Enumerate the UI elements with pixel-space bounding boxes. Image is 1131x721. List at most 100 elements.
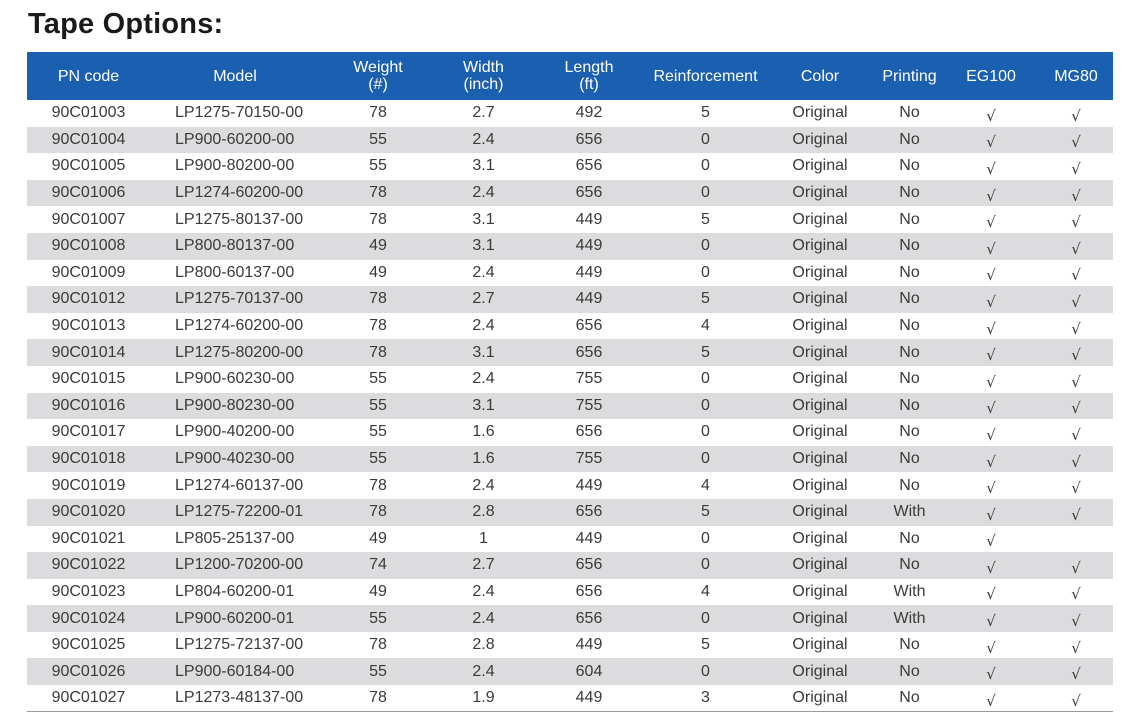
cell-eg100: √ xyxy=(943,579,1039,606)
cell-printing: No xyxy=(899,689,920,707)
cell-pn: 90C01016 xyxy=(51,396,126,414)
checkmark-icon: √ xyxy=(1071,638,1081,657)
checkmark-icon: √ xyxy=(986,585,996,604)
cell-length: 449 xyxy=(575,689,603,707)
table-row: 90C01019 LP1274-60137-00 78 2.4 449 4 Original… xyxy=(27,472,1113,499)
cell-pn: 90C01007 xyxy=(51,210,126,228)
cell-weight: 55 xyxy=(369,157,387,175)
cell-pn: 90C01018 xyxy=(51,450,126,468)
cell-reinforcement: 0 xyxy=(701,450,710,468)
cell-eg100: √ xyxy=(943,632,1039,659)
cell-model: LP1275-80200-00 xyxy=(175,343,304,361)
cell-mg80: √ xyxy=(1039,552,1113,579)
cell-mg80: √ xyxy=(1039,658,1113,685)
checkmark-icon: √ xyxy=(986,479,996,498)
cell-mg80: √ xyxy=(1039,233,1113,260)
checkmark-icon: √ xyxy=(986,612,996,631)
cell-color: Original xyxy=(792,237,848,255)
cell-mg80: √ xyxy=(1039,260,1113,287)
checkmark-icon: √ xyxy=(986,638,996,657)
cell-mg80: √ xyxy=(1039,632,1113,659)
cell-weight: 78 xyxy=(369,317,387,335)
cell-color: Original xyxy=(792,423,848,441)
checkmark-icon: √ xyxy=(986,133,996,152)
checkmark-icon: √ xyxy=(986,505,996,524)
cell-pn: 90C01017 xyxy=(51,423,126,441)
cell-printing: No xyxy=(899,529,920,547)
cell-printing: No xyxy=(899,290,920,308)
cell-eg100: √ xyxy=(943,206,1039,233)
cell-weight: 74 xyxy=(369,556,387,574)
cell-length: 449 xyxy=(575,529,603,547)
cell-reinforcement: 5 xyxy=(701,104,710,122)
cell-eg100: √ xyxy=(943,313,1039,340)
column-header-mg80: MG80 xyxy=(1039,52,1113,100)
cell-weight: 78 xyxy=(369,636,387,654)
column-header-label: Printing xyxy=(882,67,937,85)
cell-model: LP900-60230-00 xyxy=(175,370,295,388)
cell-reinforcement: 0 xyxy=(701,370,710,388)
cell-weight: 78 xyxy=(369,210,387,228)
cell-width: 2.7 xyxy=(472,290,495,308)
cell-mg80: √ xyxy=(1039,127,1113,154)
cell-width: 2.4 xyxy=(472,370,495,388)
table-row: 90C01007 LP1275-80137-00 78 3.1 449 5 Original… xyxy=(27,206,1113,233)
cell-width: 3.1 xyxy=(472,396,495,414)
cell-weight: 49 xyxy=(369,529,387,547)
cell-reinforcement: 0 xyxy=(701,237,710,255)
cell-eg100: √ xyxy=(943,180,1039,207)
cell-color: Original xyxy=(792,636,848,654)
cell-weight: 78 xyxy=(369,290,387,308)
cell-reinforcement: 0 xyxy=(701,423,710,441)
cell-weight: 78 xyxy=(369,503,387,521)
checkmark-icon: √ xyxy=(986,372,996,391)
cell-eg100: √ xyxy=(943,339,1039,366)
cell-printing: No xyxy=(899,476,920,494)
header-row: PN code Model Weight (#) Width (inch) Length (f… xyxy=(27,52,1113,100)
cell-length: 492 xyxy=(575,104,603,122)
column-header-model: Model xyxy=(150,52,320,100)
table-row: 90C01003 LP1275-70150-00 78 2.7 492 5 Original… xyxy=(27,100,1113,127)
column-header-reinforcement: Reinforcement xyxy=(647,52,764,100)
cell-model: LP805-25137-00 xyxy=(175,529,295,547)
cell-length: 656 xyxy=(575,317,603,335)
cell-mg80 xyxy=(1039,526,1113,553)
cell-width: 2.4 xyxy=(472,130,495,148)
cell-pn: 90C01022 xyxy=(51,556,126,574)
cell-model: LP900-60184-00 xyxy=(175,662,295,680)
cell-width: 3.1 xyxy=(472,343,495,361)
cell-pn: 90C01004 xyxy=(51,130,126,148)
cell-pn: 90C01005 xyxy=(51,157,126,175)
cell-mg80: √ xyxy=(1039,180,1113,207)
cell-length: 656 xyxy=(575,503,603,521)
cell-color: Original xyxy=(792,689,848,707)
cell-model: LP1275-72200-01 xyxy=(175,503,304,521)
cell-width: 1 xyxy=(479,529,488,547)
cell-eg100: √ xyxy=(943,100,1039,127)
cell-length: 755 xyxy=(575,370,603,388)
table-row: 90C01005 LP900-80200-00 55 3.1 656 0 Original N… xyxy=(27,153,1113,180)
checkmark-icon: √ xyxy=(1071,133,1081,152)
cell-length: 755 xyxy=(575,396,603,414)
cell-model: LP900-60200-00 xyxy=(175,130,295,148)
cell-reinforcement: 0 xyxy=(701,157,710,175)
cell-length: 656 xyxy=(575,556,603,574)
table-row: 90C01023 LP804-60200-01 49 2.4 656 4 Original W… xyxy=(27,579,1113,606)
column-header-label: Model xyxy=(213,67,257,85)
column-header-label: MG80 xyxy=(1054,67,1098,85)
cell-model: LP900-80200-00 xyxy=(175,157,295,175)
column-header-printing: Printing xyxy=(876,52,943,100)
cell-width: 1.6 xyxy=(472,423,495,441)
column-header-label: Reinforcement xyxy=(653,67,758,85)
table-row: 90C01006 LP1274-60200-00 78 2.4 656 0 Original… xyxy=(27,179,1113,207)
cell-length: 656 xyxy=(575,423,603,441)
cell-weight: 55 xyxy=(369,370,387,388)
cell-printing: No xyxy=(899,556,920,574)
cell-color: Original xyxy=(792,263,848,281)
cell-eg100: √ xyxy=(943,233,1039,260)
checkmark-icon: √ xyxy=(1071,372,1081,391)
cell-eg100: √ xyxy=(943,605,1039,632)
cell-printing: No xyxy=(899,130,920,148)
cell-weight: 55 xyxy=(369,130,387,148)
cell-reinforcement: 5 xyxy=(701,290,710,308)
